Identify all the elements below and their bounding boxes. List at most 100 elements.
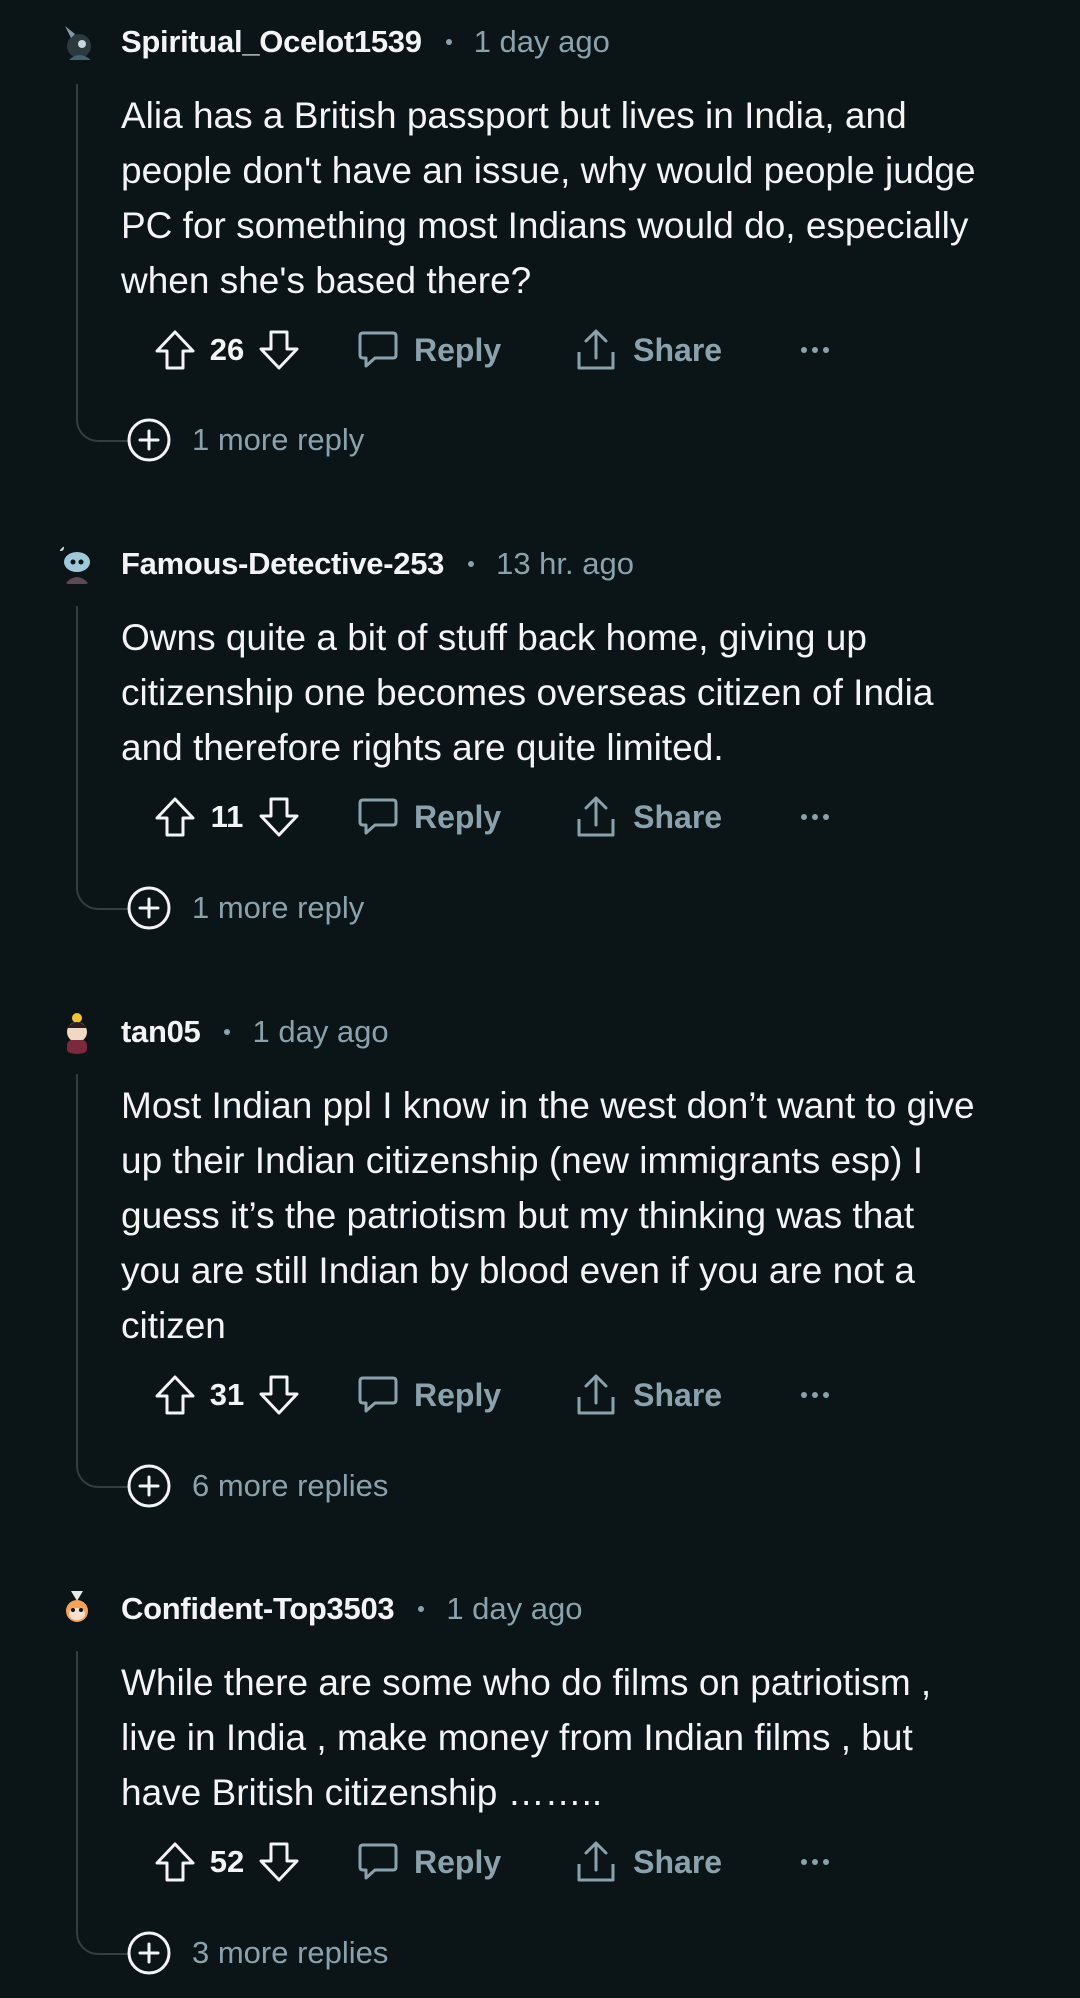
more-replies-button[interactable]: 1 more reply	[126, 416, 364, 464]
speech-bubble-icon	[358, 331, 398, 368]
comment-body-line: people don't have an issue, why would pe…	[121, 150, 976, 191]
snoo-avatar-icon	[55, 1587, 99, 1631]
comment-body-line: citizenship one becomes overseas citizen…	[121, 672, 934, 713]
more-options-icon[interactable]	[800, 1390, 830, 1400]
more-replies-label: 1 more reply	[192, 422, 365, 457]
author-name[interactable]: Spiritual_Ocelot1539	[121, 24, 422, 60]
more-options-icon[interactable]	[800, 345, 830, 355]
more-options-icon[interactable]	[800, 812, 830, 822]
share-label: Share	[633, 1376, 723, 1413]
comment-body-line: PC for something most Indians would do, …	[121, 205, 969, 246]
more-replies-label: 6 more replies	[192, 1468, 389, 1503]
author-name[interactable]: Confident-Top3503	[121, 1591, 395, 1627]
share-upload-icon	[577, 1374, 615, 1415]
comment-actions: 11 Reply Share	[152, 787, 830, 847]
comment-actions: 31 Reply Share	[152, 1365, 830, 1425]
comment-body-line: when she's based there?	[121, 260, 532, 301]
avatar[interactable]	[55, 20, 99, 64]
comment-meta: Spiritual_Ocelot1539 1 day ago	[121, 0, 610, 84]
vote-count: 11	[210, 799, 244, 834]
timestamp: 1 day ago	[473, 24, 610, 59]
comment-body-line: Owns quite a bit of stuff back home, giv…	[121, 617, 867, 658]
share-button[interactable]: Share	[575, 328, 722, 372]
comment-actions: 26 Reply Share	[152, 320, 830, 380]
downvote-arrow-icon[interactable]	[256, 327, 302, 373]
comment-body-line: Most Indian ppl I know in the west don’t…	[121, 1085, 975, 1126]
share-button[interactable]: Share	[575, 1373, 722, 1417]
downvote-arrow-icon[interactable]	[256, 1839, 302, 1885]
upvote-arrow-icon[interactable]	[152, 794, 198, 840]
snoo-avatar-icon	[55, 1010, 99, 1054]
vote-count: 52	[209, 1844, 245, 1879]
reply-button[interactable]: Reply	[358, 796, 501, 838]
share-button[interactable]: Share	[575, 795, 722, 839]
speech-bubble-icon	[358, 1843, 398, 1880]
more-replies-button[interactable]: 6 more replies	[126, 1462, 388, 1510]
upvote-arrow-icon[interactable]	[152, 1372, 198, 1418]
avatar[interactable]	[55, 1587, 99, 1631]
share-upload-icon	[577, 1841, 615, 1882]
plus-circle-icon	[127, 418, 171, 462]
share-button[interactable]: Share	[575, 1840, 722, 1884]
comment-body-line: and therefore rights are quite limited.	[121, 727, 724, 768]
comment-body-line: up their Indian citizenship (new immigra…	[121, 1140, 924, 1181]
more-replies-button[interactable]: 1 more reply	[126, 884, 364, 932]
comment-body-line: you are still Indian by blood even if yo…	[121, 1250, 915, 1291]
share-label: Share	[633, 331, 723, 368]
more-options-icon[interactable]	[800, 1857, 830, 1867]
comment-thread-page: Spiritual_Ocelot1539 1 day ago Alia has …	[0, 0, 1080, 1998]
comment-body: Alia has a British passport but lives in…	[121, 88, 1041, 308]
comment-body-line: While there are some who do films on pat…	[121, 1662, 932, 1703]
reply-label: Reply	[414, 798, 502, 835]
more-replies-label: 3 more replies	[192, 1935, 389, 1970]
author-name[interactable]: Famous-Detective-253	[121, 546, 444, 582]
more-replies-button[interactable]: 3 more replies	[126, 1929, 388, 1977]
plus-circle-icon	[127, 886, 171, 930]
comment-body: While there are some who do films on pat…	[121, 1655, 1041, 1820]
separator-dot	[445, 39, 452, 45]
comment-body-line: guess it’s the patriotism but my thinkin…	[121, 1195, 915, 1236]
vote-count: 31	[209, 1377, 245, 1412]
comment-meta: Confident-Top3503 1 day ago	[121, 1567, 583, 1651]
reply-label: Reply	[414, 1376, 502, 1413]
comment-meta: Famous-Detective-253 13 hr. ago	[121, 522, 634, 606]
share-label: Share	[633, 1843, 723, 1880]
snoo-avatar-icon	[55, 20, 99, 64]
more-replies-label: 1 more reply	[192, 890, 365, 925]
downvote-arrow-icon[interactable]	[256, 1372, 302, 1418]
vote-count: 26	[209, 332, 245, 367]
comment-body-line: live in India , make money from Indian f…	[121, 1717, 913, 1758]
reply-button[interactable]: Reply	[358, 329, 501, 371]
comment-body: Owns quite a bit of stuff back home, giv…	[121, 610, 1041, 775]
timestamp: 1 day ago	[252, 1014, 389, 1049]
avatar[interactable]	[55, 542, 99, 586]
upvote-arrow-icon[interactable]	[152, 327, 198, 373]
speech-bubble-icon	[358, 1376, 398, 1413]
timestamp: 1 day ago	[446, 1591, 583, 1626]
downvote-arrow-icon[interactable]	[256, 794, 302, 840]
snoo-avatar-icon	[55, 542, 99, 586]
comment-body-line: have British citizenship ……..	[121, 1772, 603, 1813]
separator-dot	[418, 1606, 425, 1612]
reply-button[interactable]: Reply	[358, 1841, 501, 1883]
timestamp: 13 hr. ago	[496, 546, 634, 581]
upvote-arrow-icon[interactable]	[152, 1839, 198, 1885]
comment-body-line: citizen	[121, 1305, 226, 1346]
speech-bubble-icon	[358, 798, 398, 835]
plus-circle-icon	[127, 1464, 171, 1508]
share-label: Share	[633, 798, 723, 835]
avatar[interactable]	[55, 1010, 99, 1054]
share-upload-icon	[577, 329, 615, 370]
comment-meta: tan05 1 day ago	[121, 990, 389, 1074]
comment-body-line: Alia has a British passport but lives in…	[121, 95, 907, 136]
reply-label: Reply	[414, 331, 502, 368]
share-upload-icon	[577, 796, 615, 837]
reply-button[interactable]: Reply	[358, 1374, 501, 1416]
comment-body: Most Indian ppl I know in the west don’t…	[121, 1078, 1041, 1353]
comment-actions: 52 Reply Share	[152, 1832, 830, 1892]
author-name[interactable]: tan05	[121, 1014, 201, 1050]
separator-dot	[468, 561, 475, 567]
separator-dot	[224, 1029, 231, 1035]
plus-circle-icon	[127, 1931, 171, 1975]
reply-label: Reply	[414, 1843, 502, 1880]
